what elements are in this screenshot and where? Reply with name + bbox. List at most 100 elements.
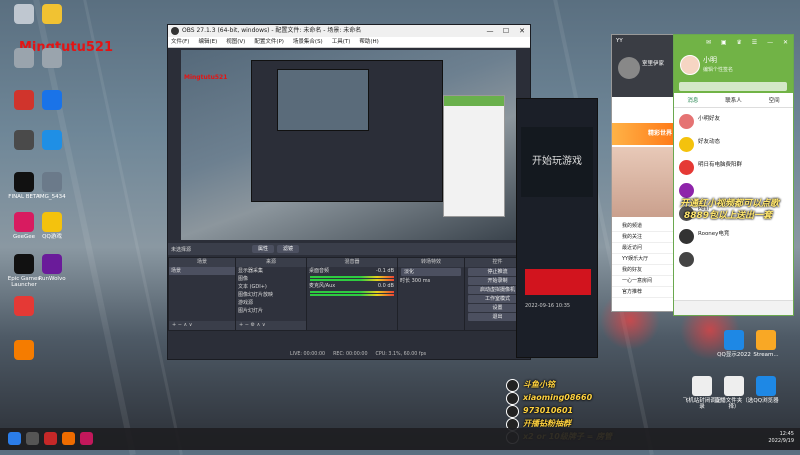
mixer-level: 0.0 dB bbox=[377, 283, 394, 289]
social-line: xiaoming08660 bbox=[503, 391, 612, 405]
qq-chat-item[interactable]: 明日有电脑费阳群 bbox=[674, 157, 793, 179]
qq-nickname: 小明 bbox=[703, 56, 717, 64]
desktop-icon-label: QQ浏览器 bbox=[753, 398, 779, 404]
tab-contacts[interactable]: 联系人 bbox=[725, 95, 742, 107]
desktop-icon[interactable]: IMG_5434 bbox=[34, 172, 70, 200]
qq-chat-item[interactable]: 小明好友 bbox=[674, 111, 793, 133]
yy-list: 我的频道 我的关注 最近访问 YY娱乐大厅 我的好友 一心一意房间 官方推荐 bbox=[612, 221, 674, 298]
mixer-dock: 混音器 桌面音频 -0.1 dB 麦克风/Aux 0.0 dB bbox=[306, 257, 398, 331]
minimize-button[interactable]: — bbox=[482, 25, 498, 37]
start-icon[interactable] bbox=[8, 432, 21, 445]
yy-list-item[interactable]: 我的频道 bbox=[612, 221, 674, 232]
yy-list-item[interactable]: 我的关注 bbox=[612, 232, 674, 243]
menu-tools[interactable]: 工具(T) bbox=[332, 37, 351, 47]
desktop-icon[interactable] bbox=[34, 48, 70, 70]
menu-scene-collection[interactable]: 场景集合(S) bbox=[293, 37, 323, 47]
avatar bbox=[679, 160, 694, 175]
qq-avatar[interactable] bbox=[680, 55, 700, 75]
source-item[interactable]: 图片幻灯片 bbox=[236, 307, 306, 315]
desktop-icon[interactable]: Stream... bbox=[746, 330, 786, 358]
menu-edit[interactable]: 编辑(E) bbox=[198, 37, 217, 47]
app-icon[interactable] bbox=[44, 432, 57, 445]
scene-item[interactable]: 场景 bbox=[169, 267, 235, 275]
app-icon[interactable] bbox=[80, 432, 93, 445]
qq-footer-toolbar[interactable] bbox=[674, 300, 793, 315]
game-start-button[interactable] bbox=[525, 269, 591, 295]
app-icon bbox=[692, 376, 712, 396]
yy-window[interactable]: YY 室里伊家 精彩世界 我的频道 我的关注 最近访问 YY娱乐大厅 我的好友 一心一意房… bbox=[611, 34, 675, 312]
yy-feature-photo[interactable] bbox=[612, 147, 674, 217]
obs-titlebar[interactable]: OBS 27.1.3 (64-bit, windows) - 配置文件: 未命名… bbox=[168, 25, 530, 37]
search-icon[interactable] bbox=[26, 432, 39, 445]
maximize-button[interactable]: ☐ bbox=[498, 25, 514, 37]
source-tools[interactable]: + − ⚙ ∧ ∨ bbox=[236, 321, 306, 330]
obs-preview[interactable]: Mingtutu521 bbox=[181, 50, 516, 240]
system-tray[interactable]: 12:45 2022/9/19 bbox=[768, 431, 794, 445]
game-client-window[interactable]: 开始玩游戏 2022-09-16 10:35 bbox=[516, 98, 598, 358]
source-item[interactable]: 显示器采集 bbox=[236, 267, 306, 275]
yy-header: YY 室里伊家 bbox=[612, 35, 674, 97]
yy-list-item[interactable]: 我的好友 bbox=[612, 265, 674, 276]
desktop-icon[interactable] bbox=[6, 296, 42, 318]
yy-list-item[interactable]: 一心一意房间 bbox=[612, 276, 674, 287]
volume-slider[interactable] bbox=[310, 279, 394, 281]
preview-nested-obs bbox=[251, 60, 443, 202]
app-icon[interactable] bbox=[62, 432, 75, 445]
menu-help[interactable]: 帮助(H) bbox=[359, 37, 378, 47]
desktop-icon[interactable]: QQ游戏 bbox=[34, 212, 70, 240]
menu-profile[interactable]: 配置文件(P) bbox=[254, 37, 284, 47]
obs-window[interactable]: OBS 27.1.3 (64-bit, windows) - 配置文件: 未命名… bbox=[167, 24, 531, 360]
mixer-title: 混音器 bbox=[307, 258, 397, 267]
qq-chat-item[interactable]: 好友动态 bbox=[674, 134, 793, 156]
transition-select[interactable]: 淡化 bbox=[401, 268, 461, 276]
qq-search-input[interactable] bbox=[679, 82, 787, 91]
yy-list-item[interactable]: 最近访问 bbox=[612, 243, 674, 254]
yy-list-item[interactable]: 官方推荐 bbox=[612, 287, 674, 298]
yy-list-item[interactable]: YY娱乐大厅 bbox=[612, 254, 674, 265]
app-icon bbox=[42, 212, 62, 232]
desktop-icon[interactable] bbox=[6, 340, 42, 362]
mixer-channel-name: 麦克风/Aux bbox=[309, 283, 336, 289]
desktop-icon[interactable] bbox=[34, 130, 70, 152]
qq-chat-item[interactable] bbox=[674, 249, 793, 271]
source-item[interactable]: 图像幻灯片放映 bbox=[236, 291, 306, 299]
desktop-icon[interactable] bbox=[34, 4, 70, 26]
tab-space[interactable]: 空间 bbox=[769, 95, 780, 107]
yy-banner[interactable]: 精彩世界 bbox=[612, 123, 674, 145]
social-line: 斗鱼小铭 bbox=[503, 378, 612, 392]
social-label: xiaoming08660 bbox=[523, 393, 593, 402]
qq-signature[interactable]: 编辑个性签名 bbox=[703, 66, 733, 73]
source-item[interactable]: 图像 bbox=[236, 275, 306, 283]
qq-header-icons[interactable]: ✉ ▣ ♛ ☰ — ✕ bbox=[706, 39, 792, 46]
source-item[interactable]: 文本 (GDI+) bbox=[236, 283, 306, 291]
tab-messages[interactable]: 消息 bbox=[687, 95, 698, 107]
desktop-icon[interactable]: RunWolvo bbox=[34, 254, 70, 282]
mixer-channel: 麦克风/Aux 0.0 dB bbox=[307, 282, 397, 296]
avatar bbox=[679, 252, 694, 267]
close-button[interactable]: ✕ bbox=[514, 25, 530, 37]
desktop-icon[interactable] bbox=[34, 90, 70, 112]
source-item[interactable]: 游戏源 bbox=[236, 299, 306, 307]
chat-title: 小明好友 bbox=[698, 116, 721, 122]
desktop-icon-label: QQ游戏 bbox=[42, 234, 62, 240]
app-icon bbox=[42, 48, 62, 68]
volume-slider[interactable] bbox=[310, 294, 394, 296]
properties-button[interactable]: 属性 bbox=[252, 245, 274, 253]
tray-date: 2022/9/19 bbox=[768, 438, 794, 444]
app-icon bbox=[42, 130, 62, 150]
menu-file[interactable]: 文件(F) bbox=[171, 37, 189, 47]
scene-tools[interactable]: + − ∧ ∨ bbox=[169, 321, 235, 330]
app-icon bbox=[42, 4, 62, 24]
app-icon bbox=[14, 172, 34, 192]
yy-avatar[interactable] bbox=[618, 57, 640, 79]
qq-window[interactable]: ✉ ▣ ♛ ☰ — ✕ 小明 编辑个性签名 消息 联系人 空间 小明好友好友动态… bbox=[673, 34, 794, 316]
desktop-icon[interactable]: QQ浏览器 bbox=[746, 376, 786, 404]
social-label: 斗鱼小铭 bbox=[523, 380, 555, 389]
app-icon bbox=[724, 330, 744, 350]
duration-input[interactable]: 300 ms bbox=[412, 278, 431, 284]
filters-button[interactable]: 滤镜 bbox=[277, 245, 299, 253]
qq-chat-item[interactable]: Rooney电竞 bbox=[674, 226, 793, 248]
avatar bbox=[679, 114, 694, 129]
no-source-label: 未选择源 bbox=[171, 247, 192, 253]
menu-view[interactable]: 视图(V) bbox=[226, 37, 245, 47]
